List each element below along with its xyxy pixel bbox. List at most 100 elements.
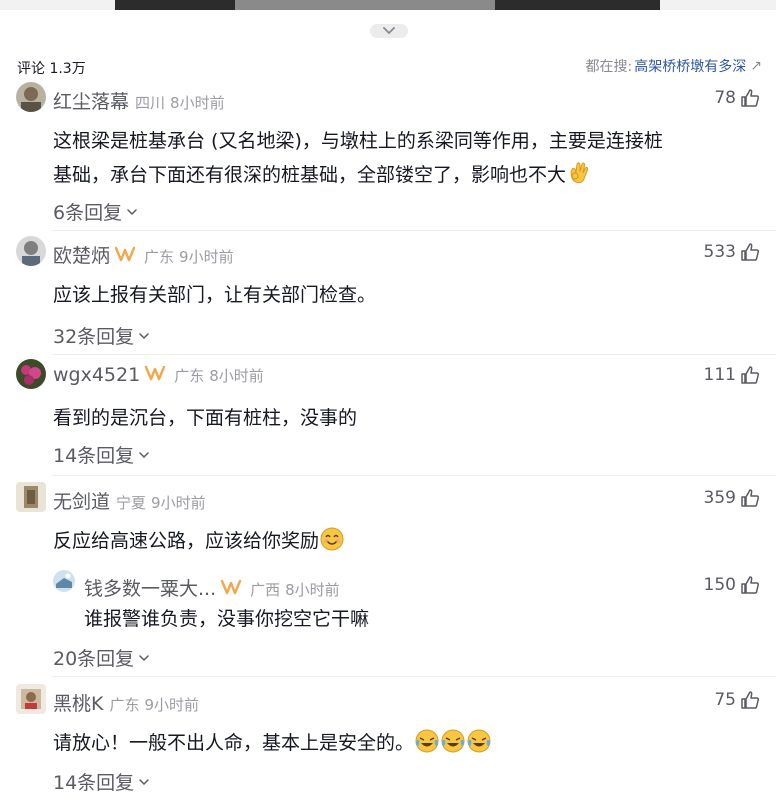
username[interactable]: 红尘落幕 xyxy=(53,87,129,114)
divider xyxy=(52,354,776,355)
timestamp: 9小时前 xyxy=(144,696,200,714)
reply-count: 14条回复 xyxy=(53,772,135,794)
timestamp: 8小时前 xyxy=(170,94,225,112)
comment-text: 应该上报有关部门，让有关部门检查。 xyxy=(53,284,377,306)
laugh-cry-emoji xyxy=(415,729,439,753)
external-arrow-icon: ↗ xyxy=(750,58,762,74)
laugh-cry-emoji xyxy=(441,729,465,753)
video-strip xyxy=(0,0,776,10)
chevron-down-icon xyxy=(383,27,395,35)
comment-meta: 红尘落幕 四川 8小时前 xyxy=(53,87,225,114)
like-count: 111 xyxy=(703,365,736,385)
reply-avatar[interactable] xyxy=(53,570,75,592)
comment-text-line: 这根梁是桩基承台 (又名地梁)，与墩柱上的系梁同等作用，主要是连接桩 xyxy=(53,130,663,152)
fan-badge-icon xyxy=(145,365,166,381)
location: 四川 xyxy=(135,94,166,112)
thumbs-up-icon xyxy=(741,89,760,107)
like-count: 78 xyxy=(714,88,736,108)
username[interactable]: 欧楚炳 xyxy=(53,241,110,268)
avatar[interactable] xyxy=(16,482,46,512)
laugh-cry-emoji xyxy=(467,729,491,753)
fan-badge-icon xyxy=(220,579,242,595)
trending-search[interactable]: 都在搜: 高架桥桥墩有多深 ↗ xyxy=(586,56,762,76)
like-count: 75 xyxy=(714,690,736,710)
like-button[interactable]: 78 xyxy=(714,88,760,108)
avatar[interactable] xyxy=(16,82,46,112)
comment-header: 评论 1.3万 都在搜: 高架桥桥墩有多深 ↗ xyxy=(0,56,776,80)
comment-meta: 黑桃K 广东 9小时前 xyxy=(53,689,199,716)
comment-sheet: 评论 1.3万 都在搜: 高架桥桥墩有多深 ↗ 红尘落幕 四川 8小时前 78 … xyxy=(0,10,776,800)
view-replies-button[interactable]: 6条回复 xyxy=(53,198,138,225)
video-frame xyxy=(115,0,660,10)
like-button[interactable]: 533 xyxy=(704,242,760,262)
video-frame-highlight xyxy=(235,0,495,10)
reply-count: 14条回复 xyxy=(53,445,135,467)
comment-item: 欧楚炳 广东 9小时前 533 应该上报有关部门，让有关部门检查。 32条回复 xyxy=(0,236,776,355)
reply-text: 谁报警谁负责，没事你挖空它干嘛 xyxy=(84,608,370,630)
reply-like-button[interactable]: 150 xyxy=(704,575,760,595)
thumbs-up-icon xyxy=(741,576,760,594)
reply-count: 6条回复 xyxy=(53,202,123,224)
location: 广东 xyxy=(144,248,175,266)
view-replies-button[interactable]: 32条回复 xyxy=(53,322,150,349)
comment-text: 反应给高速公路，应该给你奖励 xyxy=(53,524,345,558)
comment-item: 黑桃K 广东 9小时前 75 请放心！一般不出人命，基本上是安全的。 14条回复 xyxy=(0,684,776,796)
view-replies-button[interactable]: 14条回复 xyxy=(53,441,150,468)
like-button[interactable]: 359 xyxy=(704,488,760,508)
comment-meta: wgx4521 广东 8小时前 xyxy=(53,364,264,386)
reply-count: 20条回复 xyxy=(53,648,135,670)
chevron-down-icon xyxy=(127,208,137,215)
username[interactable]: 黑桃K xyxy=(53,689,103,716)
like-button[interactable]: 75 xyxy=(714,690,760,710)
like-count: 533 xyxy=(703,242,736,262)
comment-item: 红尘落幕 四川 8小时前 78 这根梁是桩基承台 (又名地梁)，与墩柱上的系梁同… xyxy=(0,82,776,231)
like-count: 359 xyxy=(703,488,736,508)
reply-location: 广西 xyxy=(250,581,281,599)
timestamp: 9小时前 xyxy=(151,494,206,512)
comment-item: wgx4521 广东 8小时前 111 看到的是沉台，下面有桩柱，没事的 14条… xyxy=(0,359,776,476)
thumbs-up-icon xyxy=(741,691,760,709)
chevron-down-icon xyxy=(139,451,149,458)
search-prefix: 都在搜: xyxy=(585,59,633,75)
comment-text: 请放心！一般不出人命，基本上是安全的。 xyxy=(53,726,492,760)
smile-emoji xyxy=(320,527,344,551)
timestamp: 8小时前 xyxy=(209,367,264,385)
comment-text-line: 基础，承台下面还有很深的桩基础，全部镂空了，影响也不大 xyxy=(53,158,773,192)
reply-username[interactable]: 钱多数一粟大... xyxy=(84,574,216,601)
fan-badge-icon xyxy=(114,246,136,262)
avatar[interactable] xyxy=(16,359,46,389)
reply-count: 32条回复 xyxy=(53,326,135,348)
chevron-down-icon xyxy=(139,654,149,661)
comment-meta: 无剑道 宁夏 9小时前 xyxy=(53,487,206,514)
ok-hand-emoji xyxy=(570,162,589,184)
avatar[interactable] xyxy=(16,684,46,714)
reply-timestamp: 8小时前 xyxy=(285,581,340,599)
chevron-down-icon xyxy=(139,778,149,785)
comment-count: 评论 1.3万 xyxy=(17,61,86,77)
collapse-handle[interactable] xyxy=(370,24,408,38)
comment-item: 无剑道 宁夏 9小时前 359 反应给高速公路，应该给你奖励 钱多数一粟大...… xyxy=(0,482,776,677)
location: 广东 xyxy=(174,367,205,385)
location: 宁夏 xyxy=(116,494,147,512)
divider xyxy=(52,230,776,231)
chevron-down-icon xyxy=(139,332,149,339)
divider xyxy=(52,676,776,677)
thumbs-up-icon xyxy=(741,489,760,507)
comment-text: 看到的是沉台，下面有桩柱，没事的 xyxy=(53,407,358,429)
search-term-link[interactable]: 高架桥桥墩有多深 xyxy=(634,56,746,76)
view-replies-button[interactable]: 20条回复 xyxy=(53,644,150,671)
location: 广东 xyxy=(109,696,140,714)
username[interactable]: 无剑道 xyxy=(53,487,110,514)
username[interactable]: wgx4521 xyxy=(53,364,140,386)
view-replies-button[interactable]: 14条回复 xyxy=(53,768,150,795)
comment-meta: 欧楚炳 广东 9小时前 xyxy=(53,241,234,268)
comment-text: 这根梁是桩基承台 (又名地梁)，与墩柱上的系梁同等作用，主要是连接桩 基础，承台… xyxy=(53,124,773,192)
thumbs-up-icon xyxy=(741,243,760,261)
reply-like-count: 150 xyxy=(703,575,736,595)
divider xyxy=(52,475,776,476)
avatar[interactable] xyxy=(16,236,46,266)
timestamp: 9小时前 xyxy=(179,248,234,266)
like-button[interactable]: 111 xyxy=(704,365,760,385)
reply-meta: 钱多数一粟大... 广西 8小时前 xyxy=(84,574,340,601)
thumbs-up-icon xyxy=(741,366,760,384)
